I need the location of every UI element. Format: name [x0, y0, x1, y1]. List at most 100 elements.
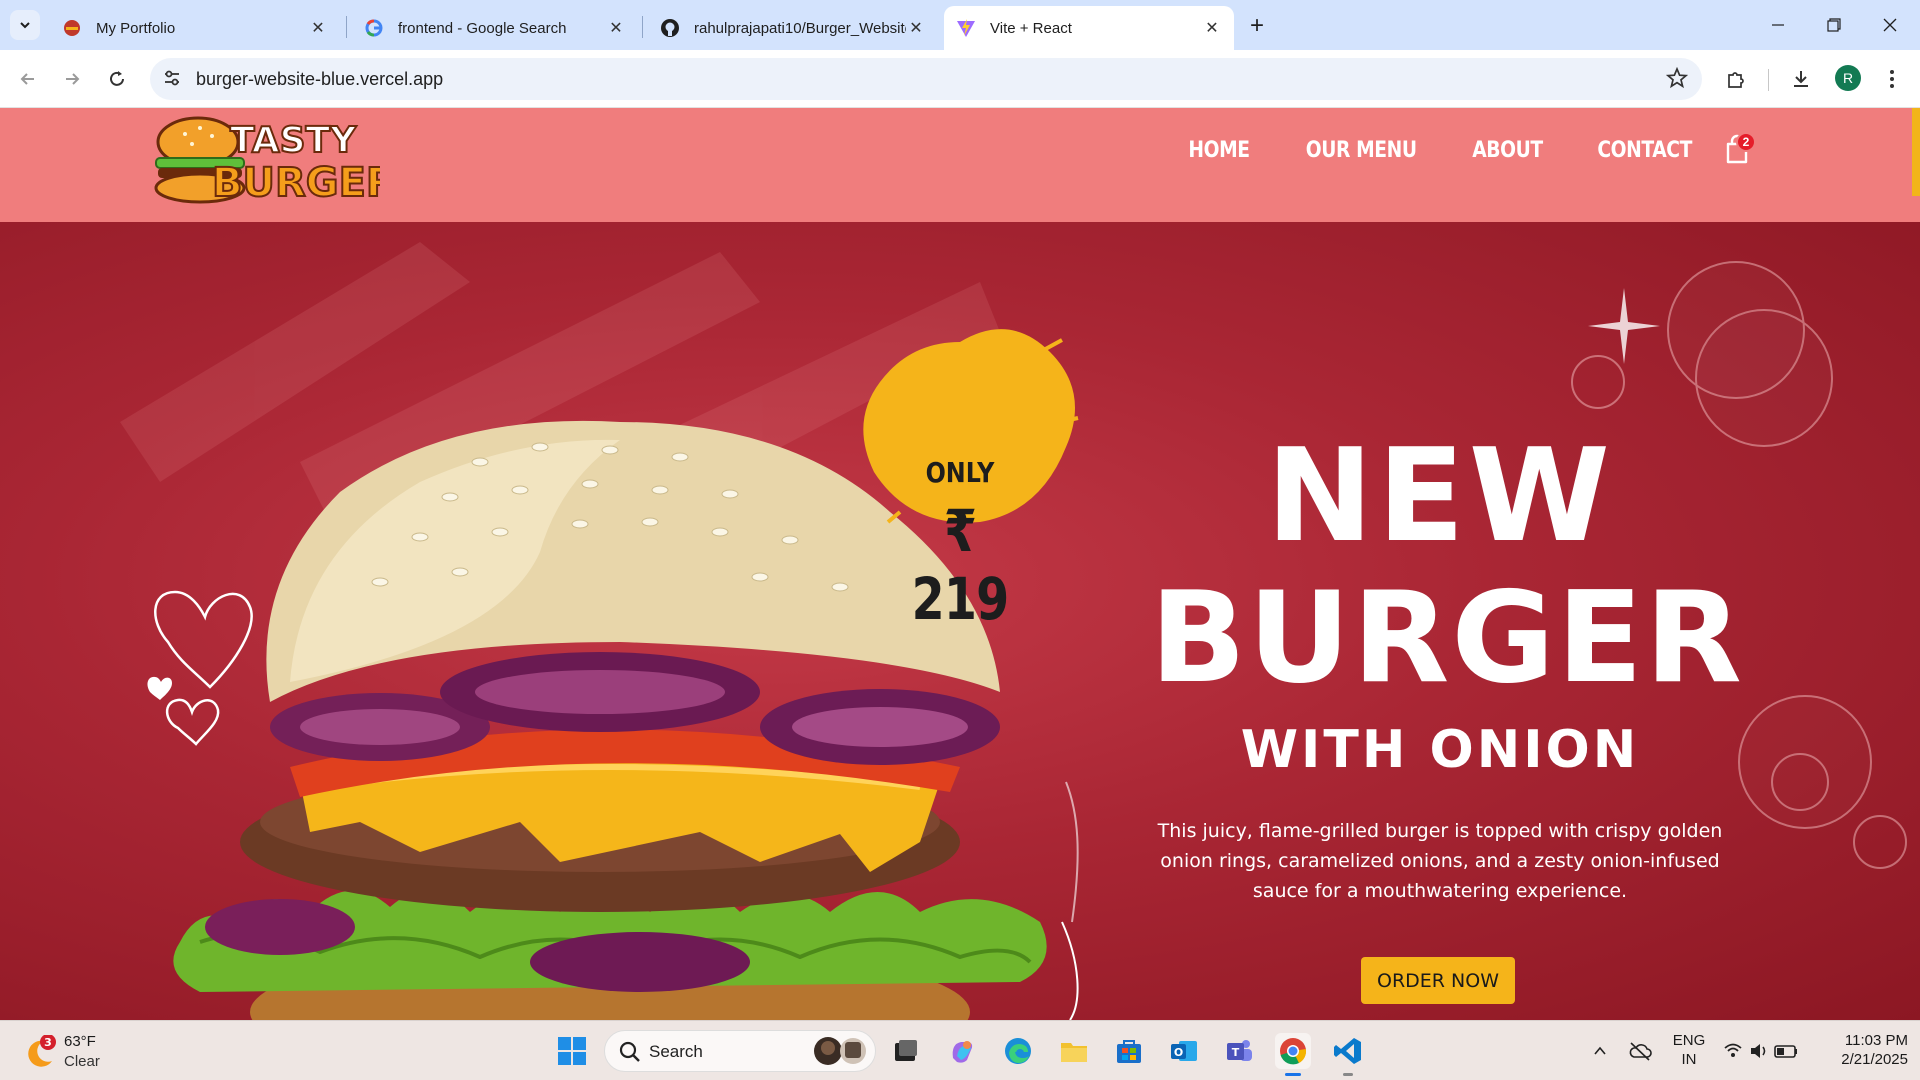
- download-icon: [1794, 71, 1808, 87]
- clock-date: 2/21/2025: [1841, 1051, 1908, 1068]
- site-header: TASTY BURGER HOME OUR MENU ABOUT CONTACT…: [0, 108, 1920, 222]
- minimize-button[interactable]: [1750, 0, 1806, 50]
- language-indicator[interactable]: ENG IN: [1668, 1031, 1710, 1069]
- clock[interactable]: 11:03 PM 2/21/2025: [1818, 1031, 1908, 1069]
- hero-headline-burger: BURGER: [1150, 564, 1744, 711]
- chrome-icon: [1280, 1038, 1307, 1065]
- start-button[interactable]: [554, 1033, 590, 1069]
- menu-button[interactable]: [1876, 63, 1908, 95]
- tab-vite-react[interactable]: Vite + React ✕: [944, 6, 1234, 50]
- chevron-up-icon: [1594, 1046, 1606, 1055]
- active-app-indicator: [1285, 1073, 1301, 1076]
- search-highlight-icon: [814, 1037, 866, 1065]
- folder-icon: [1061, 1043, 1087, 1062]
- cart-count-badge: 2: [1736, 132, 1756, 152]
- web-page: TASTY BURGER HOME OUR MENU ABOUT CONTACT…: [0, 108, 1920, 1020]
- extensions-button[interactable]: [1720, 63, 1752, 95]
- arrow-left-icon: [20, 73, 34, 85]
- tab-search-button[interactable]: [10, 10, 40, 40]
- file-explorer-button[interactable]: [1056, 1033, 1092, 1069]
- tasty-burger-logo[interactable]: TASTY BURGER: [150, 112, 398, 207]
- tab-divider: [346, 16, 347, 38]
- vscode-button[interactable]: [1330, 1033, 1366, 1076]
- forward-button[interactable]: [56, 63, 88, 95]
- hero-headline-new: NEW: [1266, 422, 1614, 571]
- close-tab-icon[interactable]: ✕: [1202, 18, 1222, 38]
- windows-taskbar: 3 63°F Clear Search O T ENG IN 11:03 PM …: [0, 1020, 1920, 1080]
- quick-settings-button[interactable]: [1718, 1033, 1808, 1069]
- site-settings-icon[interactable]: [162, 68, 182, 93]
- vite-icon: [956, 18, 976, 38]
- task-view-icon: [895, 1040, 917, 1061]
- outlook-icon: O: [1171, 1041, 1197, 1061]
- teams-button[interactable]: T: [1221, 1033, 1257, 1069]
- toolbar-divider: [1768, 69, 1769, 91]
- tab-title: My Portfolio: [96, 19, 176, 37]
- tab-google-search[interactable]: frontend - Google Search ✕: [352, 6, 638, 50]
- nav-our-menu[interactable]: OUR MENU: [1305, 138, 1416, 163]
- windows-logo-icon: [558, 1037, 586, 1065]
- close-tab-icon[interactable]: ✕: [906, 18, 926, 38]
- arrow-right-icon: [66, 73, 80, 85]
- page-scrollbar-thumb[interactable]: [1912, 108, 1920, 196]
- hero-description: This juicy, flame-grilled burger is topp…: [1157, 820, 1723, 902]
- tab-github[interactable]: rahulprajapati10/Burger_Website ✕: [648, 6, 938, 50]
- clock-time: 11:03 PM: [1844, 1032, 1908, 1049]
- minimize-icon: [1772, 24, 1784, 26]
- svg-text:O: O: [1174, 1046, 1183, 1059]
- bookmark-star-icon[interactable]: [1665, 66, 1689, 94]
- task-view-button[interactable]: [888, 1033, 924, 1069]
- order-now-button[interactable]: ORDER NOW: [1361, 957, 1515, 1004]
- address-bar[interactable]: burger-website-blue.vercel.app: [150, 58, 1702, 100]
- taskbar-search[interactable]: Search: [604, 1030, 876, 1072]
- profile-avatar[interactable]: R: [1835, 65, 1861, 91]
- heart-doodles: [154, 590, 253, 746]
- svg-text:T: T: [1232, 1046, 1240, 1059]
- store-icon: [1117, 1040, 1141, 1063]
- wifi-volume-battery-icons: [1724, 1043, 1797, 1058]
- restore-icon: [1827, 18, 1841, 32]
- search-label: Search: [649, 1042, 703, 1061]
- moon-weather-icon: 3: [28, 1035, 56, 1067]
- close-tab-icon[interactable]: ✕: [308, 18, 328, 38]
- puzzle-icon: [1728, 72, 1744, 88]
- sparkle-icon: [1588, 288, 1660, 364]
- copilot-icon: [952, 1041, 973, 1063]
- price-value: ₹ 219: [911, 497, 1010, 633]
- show-hidden-icons-button[interactable]: [1582, 1033, 1618, 1069]
- microsoft-store-button[interactable]: [1111, 1033, 1147, 1069]
- tab-title: frontend - Google Search: [398, 19, 567, 37]
- nav-contact[interactable]: CONTACT: [1597, 138, 1692, 163]
- weather-condition: Clear: [64, 1053, 100, 1070]
- back-button[interactable]: [12, 63, 44, 95]
- search-icon: [619, 1041, 640, 1062]
- weather-temp: 63°F: [64, 1033, 96, 1050]
- logo-line2: BURGER: [212, 160, 380, 206]
- tab-title: Vite + React: [990, 19, 1072, 37]
- copilot-button[interactable]: [944, 1033, 980, 1069]
- nav-about[interactable]: ABOUT: [1472, 138, 1543, 163]
- onedrive-status[interactable]: [1622, 1033, 1658, 1069]
- price-prefix: ONLY: [925, 456, 995, 489]
- new-tab-button[interactable]: +: [1243, 12, 1271, 40]
- downloads-button[interactable]: [1785, 63, 1817, 95]
- close-window-button[interactable]: [1862, 0, 1918, 50]
- tab-my-portfolio[interactable]: My Portfolio ✕: [50, 6, 340, 50]
- chrome-button[interactable]: [1275, 1033, 1311, 1076]
- burger-favicon-icon: [62, 18, 82, 38]
- weather-widget[interactable]: 3 63°F Clear: [22, 1031, 132, 1071]
- close-tab-icon[interactable]: ✕: [606, 18, 626, 38]
- weather-badge: 3: [44, 1036, 52, 1049]
- teams-icon: T: [1227, 1040, 1252, 1061]
- logo-line1: TASTY: [230, 120, 357, 161]
- outlook-button[interactable]: O: [1166, 1033, 1202, 1069]
- github-icon: [660, 18, 680, 38]
- restore-button[interactable]: [1806, 0, 1862, 50]
- nav-home[interactable]: HOME: [1189, 138, 1251, 163]
- edge-button[interactable]: [1000, 1033, 1036, 1069]
- reload-icon: [110, 71, 124, 86]
- lang-code: ENG: [1672, 1032, 1706, 1049]
- reload-button[interactable]: [101, 63, 133, 95]
- burger-logo-icon: TASTY BURGER: [154, 116, 398, 207]
- heart-icon: [147, 676, 172, 700]
